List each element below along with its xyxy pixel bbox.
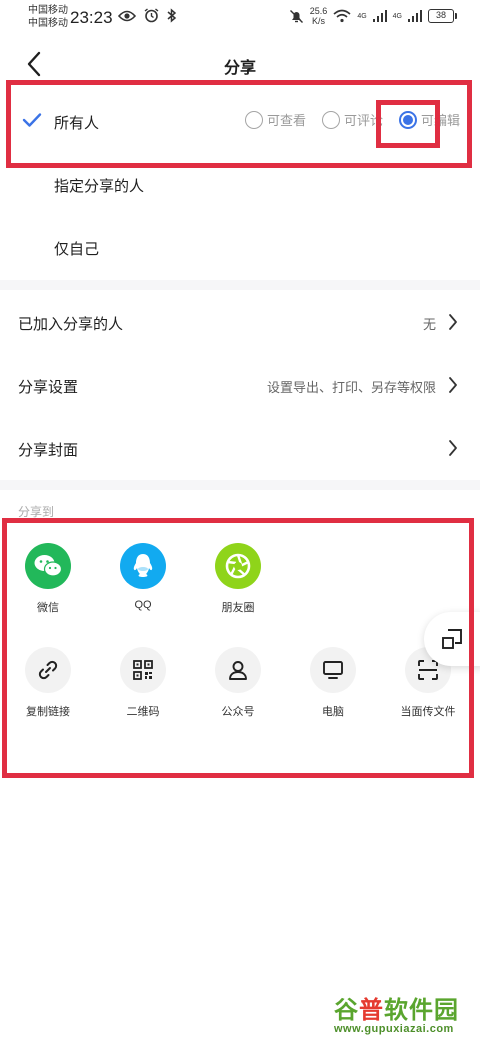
mute-bell-icon <box>289 9 303 23</box>
share-computer-label: 电脑 <box>322 706 344 718</box>
share-qq[interactable]: QQ <box>95 543 191 611</box>
chevron-right-icon <box>449 314 457 330</box>
checkmark-icon <box>22 113 42 127</box>
watermark-name-3: 软件园 <box>384 997 459 1024</box>
bluetooth-icon <box>167 8 177 23</box>
floating-window-button[interactable] <box>424 612 480 666</box>
joined-people-value: 无 <box>422 317 436 332</box>
joined-people-row[interactable]: 已加入分享的人 无 <box>0 291 480 353</box>
share-computer[interactable]: 电脑 <box>285 647 381 719</box>
share-wechat[interactable]: 微信 <box>0 543 96 615</box>
option-everyone-label: 所有人 <box>54 115 100 132</box>
watermark-url: www.gupuxiazai.com <box>334 1023 454 1035</box>
permission-edit-label: 可编辑 <box>420 113 460 128</box>
qq-icon <box>120 543 166 589</box>
watermark-name-1: 谷 <box>334 997 359 1024</box>
net-speed-value: 25.6 <box>309 6 328 16</box>
site-watermark: 谷普软件园 www.gupuxiazai.com <box>334 990 474 1036</box>
battery-icon: 38 <box>428 9 457 23</box>
alarm-icon <box>144 8 159 23</box>
permission-view-label: 可查看 <box>266 113 306 128</box>
moments-icon <box>215 543 261 589</box>
option-only-me[interactable]: 仅自己 <box>0 218 480 280</box>
status-icons-left <box>118 8 177 23</box>
share-copy-link[interactable]: 复制链接 <box>0 647 96 719</box>
carrier-2: 中国移动 <box>28 18 68 29</box>
chevron-right-icon <box>449 377 457 393</box>
permission-comment-radio[interactable] <box>321 110 340 129</box>
share-face-to-face-label: 当面传文件 <box>400 706 456 718</box>
share-moments-label: 朋友圈 <box>221 602 255 614</box>
share-official-account-label: 公众号 <box>221 706 255 718</box>
share-official-account[interactable]: 公众号 <box>190 647 286 719</box>
battery-level: 38 <box>435 10 446 20</box>
signal-2-icon <box>408 10 422 22</box>
option-everyone[interactable]: 所有人 可查看 可评论 可编辑 <box>0 92 480 154</box>
share-moments[interactable]: 朋友圈 <box>190 543 286 615</box>
share-settings-label: 分享设置 <box>18 379 79 396</box>
section-divider <box>0 280 480 290</box>
permission-view-radio[interactable] <box>244 110 263 129</box>
permission-group: 可查看 可评论 可编辑 <box>244 110 460 129</box>
eye-icon <box>118 10 136 21</box>
picture-in-picture-icon <box>442 629 462 649</box>
option-specified-people-label: 指定分享的人 <box>54 178 145 195</box>
share-wechat-label: 微信 <box>37 602 59 614</box>
share-settings-value: 设置导出、打印、另存等权限 <box>266 380 436 395</box>
official-account-icon <box>215 647 261 693</box>
signal-2-label: 4G <box>392 12 402 20</box>
permission-edit[interactable]: 可编辑 <box>398 110 460 129</box>
qr-code-icon <box>120 647 166 693</box>
share-copy-link-label: 复制链接 <box>26 706 70 718</box>
joined-people-label: 已加入分享的人 <box>18 316 124 333</box>
permission-edit-radio[interactable] <box>398 110 417 129</box>
chevron-right-icon <box>449 440 457 456</box>
net-speed-unit: K/s <box>312 16 326 26</box>
permission-comment[interactable]: 可评论 <box>321 110 383 129</box>
signal-1-icon <box>372 10 387 22</box>
option-only-me-label: 仅自己 <box>54 241 100 258</box>
link-icon <box>25 647 71 693</box>
page-title: 分享 <box>223 60 256 77</box>
share-qr-code-label: 二维码 <box>126 706 160 718</box>
net-speed: 25.6 K/s <box>310 6 328 26</box>
permission-view[interactable]: 可查看 <box>244 110 306 129</box>
watermark-title: 谷普软件园 <box>334 990 474 1025</box>
carrier-1: 中国移动 <box>28 5 68 16</box>
computer-icon <box>310 647 356 693</box>
permission-comment-label: 可评论 <box>343 113 383 128</box>
share-cover-row[interactable]: 分享封面 <box>0 417 480 479</box>
section-divider <box>0 480 480 490</box>
share-cover-label: 分享封面 <box>18 442 79 459</box>
status-bar: 中国移动 中国移动 23:23 25.6 K/s 4G 4G 38 <box>0 0 480 38</box>
watermark-name-2: 普 <box>359 997 384 1024</box>
wechat-icon <box>25 543 71 589</box>
share-qr-code[interactable]: 二维码 <box>95 647 191 719</box>
share-qq-label: QQ <box>134 599 152 611</box>
signal-1-label: 4G <box>357 12 367 20</box>
status-time: 23:23 <box>70 8 113 27</box>
share-to-title: 分享到 <box>18 505 55 519</box>
header: 分享 <box>0 40 480 88</box>
option-specified-people[interactable]: 指定分享的人 <box>0 155 480 217</box>
carrier-labels: 中国移动 中国移动 <box>28 4 68 30</box>
share-settings-row[interactable]: 分享设置 设置导出、打印、另存等权限 <box>0 354 480 416</box>
wifi-icon <box>333 9 351 23</box>
status-icons-right: 25.6 K/s 4G 4G 38 <box>289 6 457 26</box>
